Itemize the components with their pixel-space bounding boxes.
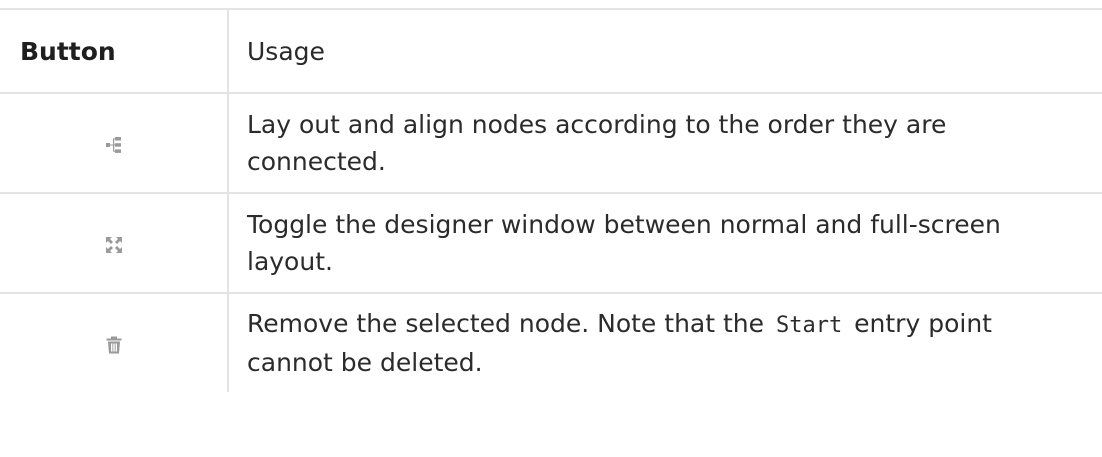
usage-cell: Toggle the designer window between norma…: [227, 192, 1102, 294]
buttons-usage-table: Button Usage Lay out and align nodes acc…: [0, 8, 1102, 392]
table-body: Lay out and align nodes according to the…: [0, 92, 1102, 392]
header-usage: Usage: [227, 8, 1102, 94]
usage-cell: Lay out and align nodes according to the…: [227, 92, 1102, 194]
fullscreen-toggle-icon: [105, 236, 123, 254]
table-row: Toggle the designer window between norma…: [0, 192, 1102, 294]
start-code: Start: [775, 313, 843, 338]
layout-tree-icon: [105, 136, 123, 154]
usage-cell: Remove the selected node. Note that the …: [227, 292, 1102, 392]
header-button: Button: [0, 8, 229, 94]
trash-icon: [105, 336, 123, 354]
header-row: Button Usage: [0, 8, 1102, 94]
button-cell: [0, 292, 229, 392]
table-row: Lay out and align nodes according to the…: [0, 92, 1102, 194]
button-cell: [0, 92, 229, 194]
usage-text-before: Remove the selected node. Note that the: [247, 309, 765, 338]
table-row: Remove the selected node. Note that the …: [0, 292, 1102, 392]
button-cell: [0, 192, 229, 294]
table-header: Button Usage: [0, 8, 1102, 94]
